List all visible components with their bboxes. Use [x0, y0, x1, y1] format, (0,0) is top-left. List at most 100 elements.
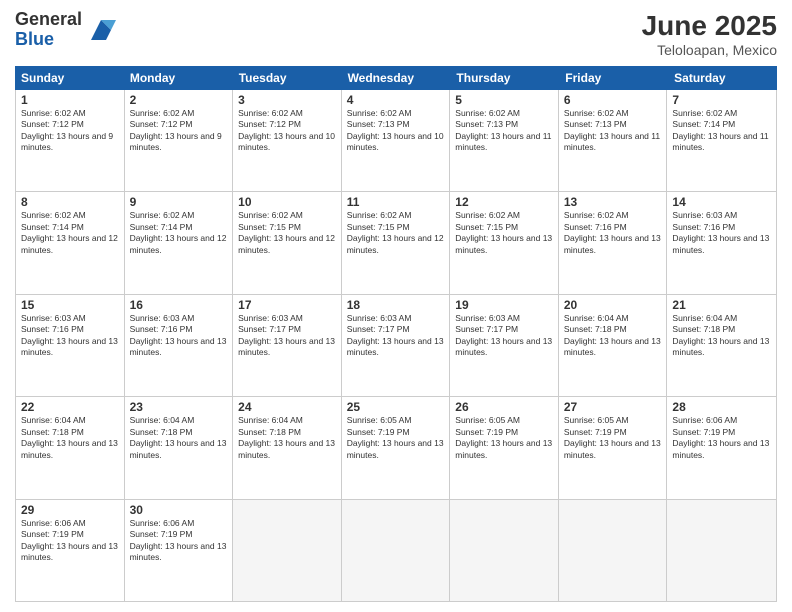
day-cell-29: 29Sunrise: 6:06 AMSunset: 7:19 PMDayligh…: [16, 500, 125, 601]
day-number: 29: [21, 503, 119, 517]
day-number: 11: [347, 195, 445, 209]
day-number: 30: [130, 503, 228, 517]
day-number: 15: [21, 298, 119, 312]
day-info: Sunrise: 6:05 AMSunset: 7:19 PMDaylight:…: [455, 415, 553, 461]
logo-blue: Blue: [15, 30, 82, 50]
day-cell-11: 11Sunrise: 6:02 AMSunset: 7:15 PMDayligh…: [342, 192, 451, 293]
day-cell-4: 4Sunrise: 6:02 AMSunset: 7:13 PMDaylight…: [342, 90, 451, 191]
day-cell-20: 20Sunrise: 6:04 AMSunset: 7:18 PMDayligh…: [559, 295, 668, 396]
day-info: Sunrise: 6:03 AMSunset: 7:17 PMDaylight:…: [455, 313, 553, 359]
day-info: Sunrise: 6:05 AMSunset: 7:19 PMDaylight:…: [564, 415, 662, 461]
day-number: 8: [21, 195, 119, 209]
day-cell-24: 24Sunrise: 6:04 AMSunset: 7:18 PMDayligh…: [233, 397, 342, 498]
day-info: Sunrise: 6:04 AMSunset: 7:18 PMDaylight:…: [564, 313, 662, 359]
day-info: Sunrise: 6:02 AMSunset: 7:14 PMDaylight:…: [672, 108, 771, 154]
day-info: Sunrise: 6:06 AMSunset: 7:19 PMDaylight:…: [21, 518, 119, 564]
day-cell-26: 26Sunrise: 6:05 AMSunset: 7:19 PMDayligh…: [450, 397, 559, 498]
logo-general: General: [15, 10, 82, 30]
day-cell-18: 18Sunrise: 6:03 AMSunset: 7:17 PMDayligh…: [342, 295, 451, 396]
day-info: Sunrise: 6:02 AMSunset: 7:16 PMDaylight:…: [564, 210, 662, 256]
day-info: Sunrise: 6:02 AMSunset: 7:12 PMDaylight:…: [21, 108, 119, 154]
logo: General Blue: [15, 10, 116, 50]
page: General Blue June 2025 Teloloapan, Mexic…: [0, 0, 792, 612]
header-saturday: Saturday: [668, 66, 777, 90]
day-info: Sunrise: 6:02 AMSunset: 7:12 PMDaylight:…: [238, 108, 336, 154]
day-number: 10: [238, 195, 336, 209]
day-number: 3: [238, 93, 336, 107]
title-area: June 2025 Teloloapan, Mexico: [642, 10, 777, 58]
day-cell-25: 25Sunrise: 6:05 AMSunset: 7:19 PMDayligh…: [342, 397, 451, 498]
day-cell-21: 21Sunrise: 6:04 AMSunset: 7:18 PMDayligh…: [667, 295, 776, 396]
location: Teloloapan, Mexico: [642, 42, 777, 58]
day-number: 26: [455, 400, 553, 414]
day-cell-13: 13Sunrise: 6:02 AMSunset: 7:16 PMDayligh…: [559, 192, 668, 293]
day-cell-22: 22Sunrise: 6:04 AMSunset: 7:18 PMDayligh…: [16, 397, 125, 498]
day-number: 5: [455, 93, 553, 107]
day-number: 25: [347, 400, 445, 414]
day-info: Sunrise: 6:02 AMSunset: 7:13 PMDaylight:…: [347, 108, 445, 154]
calendar-body: 1Sunrise: 6:02 AMSunset: 7:12 PMDaylight…: [15, 90, 777, 602]
day-number: 6: [564, 93, 662, 107]
day-cell-27: 27Sunrise: 6:05 AMSunset: 7:19 PMDayligh…: [559, 397, 668, 498]
calendar-row-4: 22Sunrise: 6:04 AMSunset: 7:18 PMDayligh…: [16, 397, 776, 499]
day-number: 9: [130, 195, 228, 209]
day-cell-7: 7Sunrise: 6:02 AMSunset: 7:14 PMDaylight…: [667, 90, 776, 191]
calendar-rows: 1Sunrise: 6:02 AMSunset: 7:12 PMDaylight…: [16, 90, 776, 601]
header-friday: Friday: [559, 66, 668, 90]
header-monday: Monday: [124, 66, 233, 90]
day-cell-14: 14Sunrise: 6:03 AMSunset: 7:16 PMDayligh…: [667, 192, 776, 293]
day-info: Sunrise: 6:02 AMSunset: 7:12 PMDaylight:…: [130, 108, 228, 154]
day-cell-19: 19Sunrise: 6:03 AMSunset: 7:17 PMDayligh…: [450, 295, 559, 396]
day-info: Sunrise: 6:04 AMSunset: 7:18 PMDaylight:…: [21, 415, 119, 461]
day-number: 24: [238, 400, 336, 414]
calendar-row-5: 29Sunrise: 6:06 AMSunset: 7:19 PMDayligh…: [16, 500, 776, 601]
calendar-row-2: 8Sunrise: 6:02 AMSunset: 7:14 PMDaylight…: [16, 192, 776, 294]
day-cell-30: 30Sunrise: 6:06 AMSunset: 7:19 PMDayligh…: [125, 500, 234, 601]
day-number: 7: [672, 93, 771, 107]
day-cell-3: 3Sunrise: 6:02 AMSunset: 7:12 PMDaylight…: [233, 90, 342, 191]
day-info: Sunrise: 6:02 AMSunset: 7:13 PMDaylight:…: [455, 108, 553, 154]
day-info: Sunrise: 6:02 AMSunset: 7:15 PMDaylight:…: [455, 210, 553, 256]
day-number: 28: [672, 400, 771, 414]
day-info: Sunrise: 6:06 AMSunset: 7:19 PMDaylight:…: [130, 518, 228, 564]
day-number: 27: [564, 400, 662, 414]
day-number: 21: [672, 298, 771, 312]
month-title: June 2025: [642, 10, 777, 42]
day-info: Sunrise: 6:06 AMSunset: 7:19 PMDaylight:…: [672, 415, 771, 461]
day-number: 19: [455, 298, 553, 312]
header-thursday: Thursday: [450, 66, 559, 90]
logo-text: General Blue: [15, 10, 82, 50]
calendar-header: Sunday Monday Tuesday Wednesday Thursday…: [15, 66, 777, 90]
calendar-row-1: 1Sunrise: 6:02 AMSunset: 7:12 PMDaylight…: [16, 90, 776, 192]
day-cell-28: 28Sunrise: 6:06 AMSunset: 7:19 PMDayligh…: [667, 397, 776, 498]
day-number: 4: [347, 93, 445, 107]
header-sunday: Sunday: [15, 66, 124, 90]
day-number: 2: [130, 93, 228, 107]
logo-icon: [86, 15, 116, 45]
day-info: Sunrise: 6:02 AMSunset: 7:15 PMDaylight:…: [347, 210, 445, 256]
day-info: Sunrise: 6:03 AMSunset: 7:16 PMDaylight:…: [130, 313, 228, 359]
day-number: 17: [238, 298, 336, 312]
day-cell-1: 1Sunrise: 6:02 AMSunset: 7:12 PMDaylight…: [16, 90, 125, 191]
day-number: 1: [21, 93, 119, 107]
day-cell-5: 5Sunrise: 6:02 AMSunset: 7:13 PMDaylight…: [450, 90, 559, 191]
day-cell-2: 2Sunrise: 6:02 AMSunset: 7:12 PMDaylight…: [125, 90, 234, 191]
day-info: Sunrise: 6:02 AMSunset: 7:14 PMDaylight:…: [21, 210, 119, 256]
day-info: Sunrise: 6:02 AMSunset: 7:15 PMDaylight:…: [238, 210, 336, 256]
day-info: Sunrise: 6:02 AMSunset: 7:13 PMDaylight:…: [564, 108, 662, 154]
day-cell-23: 23Sunrise: 6:04 AMSunset: 7:18 PMDayligh…: [125, 397, 234, 498]
day-number: 16: [130, 298, 228, 312]
day-number: 12: [455, 195, 553, 209]
day-info: Sunrise: 6:03 AMSunset: 7:17 PMDaylight:…: [347, 313, 445, 359]
day-number: 20: [564, 298, 662, 312]
day-cell-12: 12Sunrise: 6:02 AMSunset: 7:15 PMDayligh…: [450, 192, 559, 293]
day-number: 22: [21, 400, 119, 414]
day-cell-10: 10Sunrise: 6:02 AMSunset: 7:15 PMDayligh…: [233, 192, 342, 293]
header-tuesday: Tuesday: [233, 66, 342, 90]
day-info: Sunrise: 6:02 AMSunset: 7:14 PMDaylight:…: [130, 210, 228, 256]
day-info: Sunrise: 6:03 AMSunset: 7:16 PMDaylight:…: [672, 210, 771, 256]
day-info: Sunrise: 6:03 AMSunset: 7:17 PMDaylight:…: [238, 313, 336, 359]
day-cell-9: 9Sunrise: 6:02 AMSunset: 7:14 PMDaylight…: [125, 192, 234, 293]
day-cell-6: 6Sunrise: 6:02 AMSunset: 7:13 PMDaylight…: [559, 90, 668, 191]
day-info: Sunrise: 6:04 AMSunset: 7:18 PMDaylight:…: [130, 415, 228, 461]
